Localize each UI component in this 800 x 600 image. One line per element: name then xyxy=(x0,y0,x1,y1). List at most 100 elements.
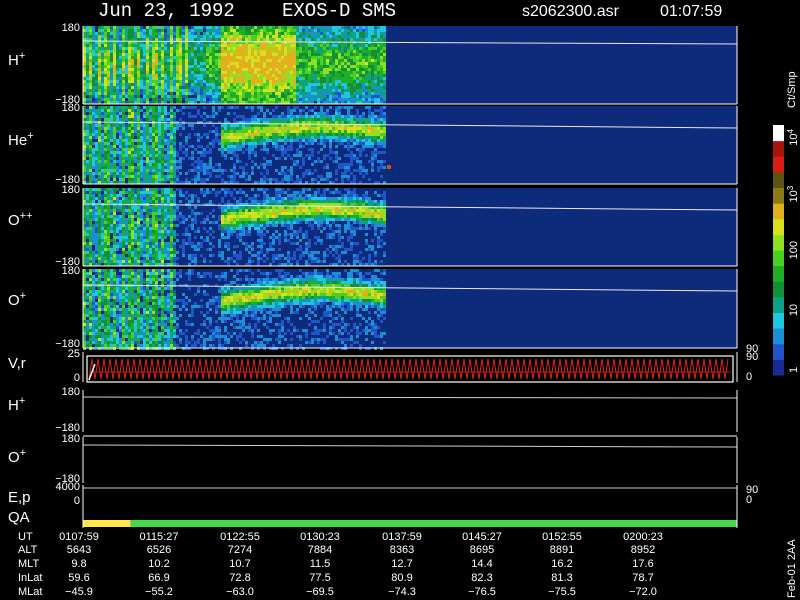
spectro-cell xyxy=(110,59,113,62)
spectro-cell xyxy=(92,89,95,92)
spectro-cell xyxy=(92,239,95,242)
spectro-cell xyxy=(152,68,155,71)
spectro-cell xyxy=(329,53,332,56)
spectro-cell xyxy=(113,142,116,145)
spectro-cell xyxy=(377,56,380,59)
spectro-cell xyxy=(143,68,146,71)
spectro-cell xyxy=(92,32,95,35)
spectro-cell xyxy=(134,139,137,142)
spectro-cell xyxy=(146,115,149,118)
spectro-cell xyxy=(98,74,101,77)
spectro-cell xyxy=(227,32,230,35)
spectro-cell xyxy=(143,215,146,218)
spectro-cell xyxy=(131,224,134,227)
spectro-cell xyxy=(374,59,377,62)
spectro-cell xyxy=(197,136,200,139)
spectro-cell xyxy=(290,65,293,68)
spectro-cell xyxy=(146,92,149,95)
spectro-cell xyxy=(320,80,323,83)
spectro-cell xyxy=(182,83,185,86)
spectro-cell xyxy=(92,151,95,154)
spectro-cell xyxy=(227,86,230,89)
spectro-cell xyxy=(251,172,254,175)
spectro-cell xyxy=(257,32,260,35)
spectro-cell xyxy=(197,80,200,83)
spectro-cell xyxy=(269,80,272,83)
spectro-cell xyxy=(101,218,104,221)
spectro-cell xyxy=(179,148,182,151)
spectro-cell xyxy=(140,169,143,172)
spectro-cell xyxy=(98,83,101,86)
spectro-cell xyxy=(116,260,119,263)
spectro-cell xyxy=(380,62,383,65)
spectro-cell xyxy=(125,257,128,260)
spectro-cell xyxy=(236,154,239,157)
spectro-cell xyxy=(377,130,380,133)
spectro-cell xyxy=(101,142,104,145)
spectro-cell xyxy=(227,83,230,86)
spectro-cell xyxy=(155,178,158,181)
spectro-cell xyxy=(323,95,326,98)
spectro-cell xyxy=(224,127,227,130)
spectro-cell xyxy=(134,200,137,203)
spectro-cell xyxy=(254,50,257,53)
spectro-cell xyxy=(188,50,191,53)
spectro-cell xyxy=(290,172,293,175)
spectro-cell xyxy=(275,29,278,32)
spectro-cell xyxy=(323,86,326,89)
spectro-cell xyxy=(98,59,101,62)
spectro-cell xyxy=(206,32,209,35)
spectro-cell xyxy=(125,47,128,50)
spectro-cell xyxy=(335,130,338,133)
spectro-cell xyxy=(251,124,254,127)
spectro-cell xyxy=(155,133,158,136)
spectro-cell xyxy=(218,98,221,101)
spectro-cell xyxy=(137,194,140,197)
spectro-cell xyxy=(164,139,167,142)
spectro-cell xyxy=(152,56,155,59)
spectro-cell xyxy=(269,83,272,86)
spectro-cell xyxy=(257,26,260,29)
spectro-cell xyxy=(176,124,179,127)
spectro-cell xyxy=(173,50,176,53)
spectro-cell xyxy=(239,136,242,139)
spectro-cell xyxy=(233,169,236,172)
spectro-cell xyxy=(128,236,131,239)
spectro-cell xyxy=(383,145,386,148)
spectro-cell xyxy=(377,145,380,148)
spectro-cell xyxy=(143,209,146,212)
spectro-cell xyxy=(245,68,248,71)
spectro-cell xyxy=(161,133,164,136)
spectro-cell xyxy=(323,121,326,124)
spectro-cell xyxy=(131,59,134,62)
spectro-cell xyxy=(89,154,92,157)
spectro-cell xyxy=(275,139,278,142)
spectro-cell xyxy=(197,89,200,92)
spectro-cell xyxy=(113,53,116,56)
spectro-cell xyxy=(209,29,212,32)
spectro-cell xyxy=(119,221,122,224)
spectro-cell xyxy=(296,95,299,98)
spectro-cell xyxy=(143,206,146,209)
spectro-cell xyxy=(212,38,215,41)
spectro-cell xyxy=(131,77,134,80)
spectro-cell xyxy=(362,136,365,139)
spectro-cell xyxy=(194,89,197,92)
spectro-cell xyxy=(335,59,338,62)
spectro-cell xyxy=(212,65,215,68)
spectro-cell xyxy=(245,65,248,68)
spectro-cell xyxy=(119,106,122,109)
spectro-cell xyxy=(137,157,140,160)
spectro-cell xyxy=(101,227,104,230)
spectro-cell xyxy=(110,227,113,230)
spectro-cell xyxy=(209,98,212,101)
spectro-cell xyxy=(128,32,131,35)
spectro-cell xyxy=(128,242,131,245)
spectro-cell xyxy=(167,38,170,41)
spectro-cell xyxy=(311,29,314,32)
spectro-cell xyxy=(131,191,134,194)
spectro-cell xyxy=(263,89,266,92)
spectro-cell xyxy=(218,83,221,86)
spectro-cell xyxy=(107,227,110,230)
spectro-cell xyxy=(272,38,275,41)
